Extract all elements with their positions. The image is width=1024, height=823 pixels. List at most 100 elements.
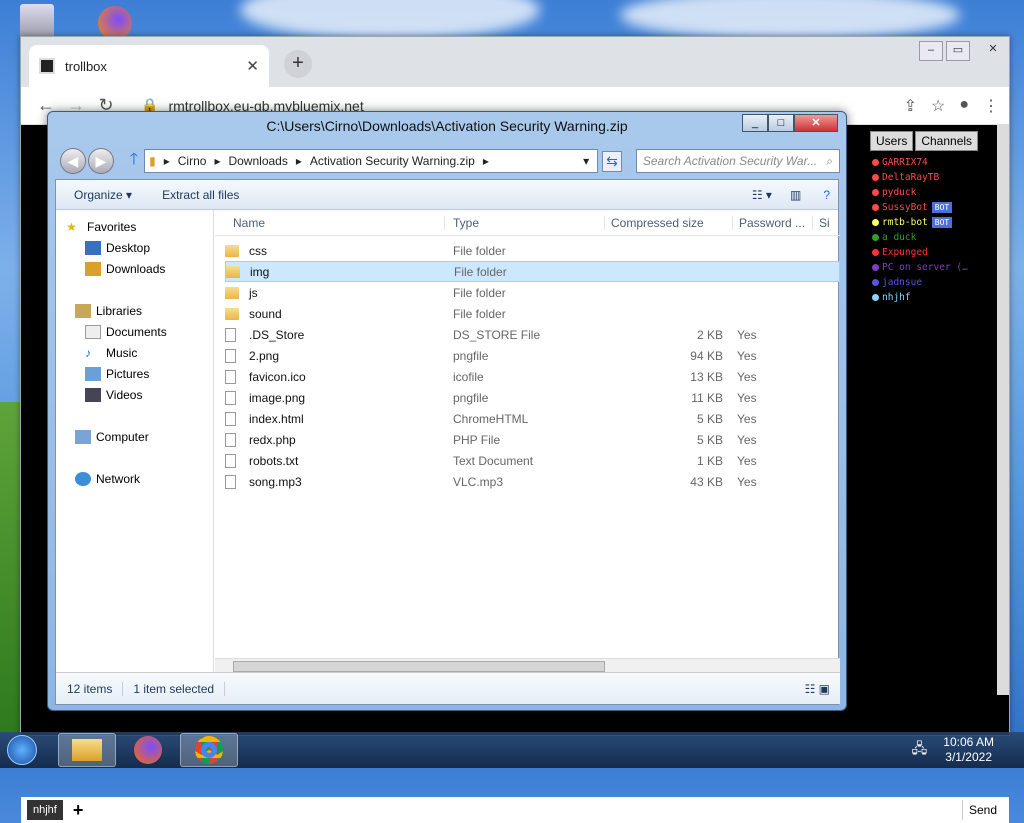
send-button[interactable]: Send: [961, 800, 1003, 820]
file-row[interactable]: img File folder: [225, 261, 840, 282]
views-icon[interactable]: ☷ ▾: [752, 188, 772, 202]
explorer-close-button[interactable]: ✕: [794, 114, 838, 132]
breadcrumb[interactable]: ▮ ▸ Cirno ▸ Downloads ▸ Activation Secur…: [144, 149, 599, 173]
col-password[interactable]: Password ...: [732, 215, 812, 230]
file-name: favicon.ico: [249, 369, 306, 384]
nav-libraries[interactable]: Libraries: [75, 304, 142, 318]
explorer-maximize-button[interactable]: □: [768, 114, 794, 132]
sidebar-scrollbar[interactable]: [997, 125, 1009, 695]
bookmark-star-icon[interactable]: ☆: [931, 96, 945, 116]
file-row[interactable]: favicon.ico icofile 13 KB Yes: [225, 366, 840, 387]
user-item[interactable]: PC on server (…: [866, 260, 1009, 275]
pictures-icon: [85, 367, 101, 381]
share-icon[interactable]: ⇪: [904, 96, 917, 116]
user-item[interactable]: a duck: [866, 230, 1009, 245]
file-row[interactable]: js File folder: [225, 282, 840, 303]
folder-icon: [226, 265, 240, 278]
user-name: SussyBot: [882, 202, 928, 213]
col-type[interactable]: Type: [444, 215, 604, 230]
file-password: Yes: [737, 390, 757, 405]
file-row[interactable]: sound File folder: [225, 303, 840, 324]
forward-button[interactable]: ▶: [87, 148, 114, 174]
nav-favorites[interactable]: ★ Favorites: [66, 220, 136, 234]
user-item[interactable]: rmtb-bot BOT: [866, 215, 1009, 230]
firefox-desktop-icon[interactable]: [98, 6, 132, 40]
start-button[interactable]: [0, 733, 44, 767]
user-item[interactable]: SussyBot BOT: [866, 200, 1009, 215]
documents-icon: [85, 325, 101, 339]
window-title: C:\Users\Cirno\Downloads\Activation Secu…: [266, 118, 628, 134]
nav-computer[interactable]: Computer: [75, 430, 149, 444]
search-input[interactable]: Search Activation Security War... ⌕: [635, 149, 840, 173]
recycle-bin-icon[interactable]: [20, 4, 54, 38]
tab-users[interactable]: Users: [870, 131, 914, 151]
status-dot-icon: [872, 234, 879, 241]
user-item[interactable]: GARRIX74: [866, 155, 1009, 170]
status-dot-icon: [872, 174, 879, 181]
help-icon[interactable]: ?: [823, 188, 830, 202]
col-compressed[interactable]: Compressed size: [604, 215, 732, 230]
minimize-button[interactable]: –: [919, 41, 943, 61]
taskbar: 🖧 10:06 AM 3/1/2022: [0, 732, 1024, 768]
file-row[interactable]: image.png pngfile 11 KB Yes: [225, 387, 840, 408]
file-row[interactable]: song.mp3 VLC.mp3 43 KB Yes: [225, 471, 840, 492]
file-row[interactable]: robots.txt Text Document 1 KB Yes: [225, 450, 840, 471]
file-compressed-size: 1 KB: [696, 453, 723, 468]
nav-documents[interactable]: Documents: [85, 325, 167, 339]
file-row[interactable]: css File folder: [225, 240, 840, 261]
file-icon: [225, 327, 236, 342]
file-row[interactable]: .DS_Store DS_STORE File 2 KB Yes: [225, 324, 840, 345]
maximize-button[interactable]: ▭: [946, 41, 970, 61]
file-row[interactable]: index.html ChromeHTML 5 KB Yes: [225, 408, 840, 429]
file-row[interactable]: 2.png pngfile 94 KB Yes: [225, 345, 840, 366]
taskbar-chrome[interactable]: [180, 733, 238, 767]
organize-button[interactable]: Organize ▾: [74, 188, 132, 202]
nav-videos[interactable]: Videos: [85, 388, 142, 402]
breadcrumb-cirno[interactable]: Cirno: [178, 154, 207, 168]
nav-pictures[interactable]: Pictures: [85, 367, 149, 381]
taskbar-firefox[interactable]: [119, 733, 177, 767]
network-tray-icon[interactable]: 🖧: [912, 738, 928, 762]
nav-music[interactable]: ♪ Music: [85, 346, 137, 360]
add-button[interactable]: +: [73, 800, 84, 821]
user-name: jadnsue: [882, 277, 923, 288]
explorer-minimize-button[interactable]: _: [742, 114, 768, 132]
folder-icon: [225, 307, 239, 320]
col-size[interactable]: Si: [812, 215, 830, 230]
user-name: DeltaRayTB: [882, 172, 940, 183]
back-button[interactable]: ◀: [60, 148, 86, 174]
file-row[interactable]: redx.php PHP File 5 KB Yes: [225, 429, 840, 450]
user-item[interactable]: pyduck: [866, 185, 1009, 200]
user-item[interactable]: nhjhf: [866, 290, 1009, 305]
nav-network[interactable]: Network: [75, 472, 140, 486]
close-tab-icon[interactable]: ✕: [246, 57, 259, 75]
close-window-button[interactable]: ✕: [981, 41, 1005, 61]
col-name[interactable]: Name: [215, 216, 444, 230]
breadcrumb-downloads[interactable]: Downloads: [228, 154, 287, 168]
refresh-icon[interactable]: ⇆: [602, 150, 622, 172]
nav-desktop[interactable]: Desktop: [85, 241, 150, 255]
file-name: redx.php: [249, 432, 296, 447]
scroll-thumb[interactable]: [233, 661, 605, 672]
profile-avatar-icon[interactable]: ●: [959, 96, 969, 116]
nav-downloads[interactable]: Downloads: [85, 262, 165, 276]
tab-trollbox[interactable]: trollbox ✕: [29, 45, 269, 87]
breadcrumb-zip[interactable]: Activation Security Warning.zip: [310, 154, 475, 168]
user-item[interactable]: Expunged: [866, 245, 1009, 260]
taskbar-explorer[interactable]: [58, 733, 116, 767]
desktop-icon: [85, 241, 101, 255]
file-type: File folder: [453, 243, 506, 258]
new-tab-button[interactable]: +: [284, 50, 312, 78]
menu-kebab-icon[interactable]: ⋮: [983, 96, 999, 116]
extract-all-button[interactable]: Extract all files: [162, 188, 239, 202]
preview-pane-icon[interactable]: ▥: [790, 188, 801, 202]
up-arrow-icon[interactable]: 🡑: [130, 148, 138, 175]
file-compressed-size: 2 KB: [696, 327, 723, 342]
tab-channels[interactable]: Channels: [915, 131, 979, 151]
file-name-cell: img: [226, 265, 454, 279]
clock[interactable]: 10:06 AM 3/1/2022: [943, 735, 994, 765]
user-item[interactable]: DeltaRayTB: [866, 170, 1009, 185]
user-item[interactable]: jadnsue: [866, 275, 1009, 290]
chevron-down-icon[interactable]: ▾: [583, 154, 589, 168]
details-view-icon[interactable]: ☷ ▣: [805, 682, 830, 696]
